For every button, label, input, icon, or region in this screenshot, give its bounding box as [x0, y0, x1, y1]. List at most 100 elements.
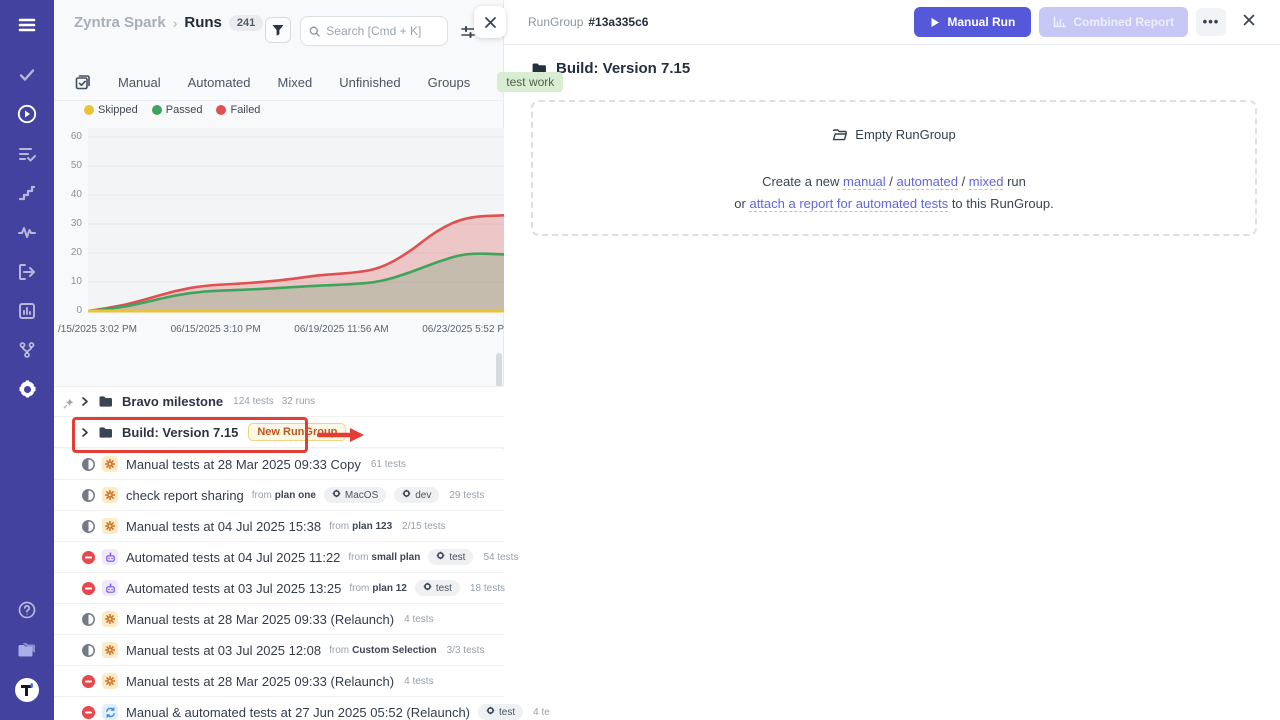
- steps-icon[interactable]: [0, 178, 54, 208]
- robot-icon: [102, 580, 118, 596]
- run-tests-count: 4 tests: [404, 614, 433, 625]
- tab-manual[interactable]: Manual: [118, 75, 161, 90]
- run-title[interactable]: Manual & automated tests at 27 Jun 2025 …: [126, 705, 470, 720]
- plan-name[interactable]: Custom Selection: [352, 645, 436, 656]
- tab-automated[interactable]: Automated: [188, 75, 251, 90]
- in-progress-status-icon: [80, 611, 96, 627]
- run-tests-count: 2/15 tests: [402, 521, 445, 532]
- run-row[interactable]: Automated tests at 03 Jul 2025 13:25from…: [54, 573, 504, 604]
- tab-groups[interactable]: Groups: [428, 75, 471, 90]
- in-progress-status-icon: [80, 518, 96, 534]
- attach-report-link[interactable]: attach a report for automated tests: [749, 196, 948, 212]
- tab-unfinished[interactable]: Unfinished: [339, 75, 400, 90]
- run-title[interactable]: Manual tests at 03 Jul 2025 12:08: [126, 643, 321, 658]
- legend-passed: Passed: [152, 104, 203, 116]
- create-automated-run-link[interactable]: automated: [897, 174, 958, 190]
- menu-icon[interactable]: [0, 10, 54, 40]
- logo[interactable]: [0, 675, 54, 705]
- runs-panel: Zyntra Spark › Runs 241 Manual Automated…: [54, 0, 504, 720]
- run-title[interactable]: Manual tests at 28 Mar 2025 09:33 (Relau…: [126, 674, 394, 689]
- reports-icon[interactable]: [0, 296, 54, 326]
- run-row[interactable]: check report sharingfromplan oneMacOSdev…: [54, 480, 504, 511]
- combined-report-button[interactable]: Combined Report: [1039, 7, 1188, 37]
- in-progress-status-icon: [80, 642, 96, 658]
- env-badge: MacOS: [324, 487, 386, 503]
- run-row[interactable]: Manual tests at 28 Mar 2025 09:33 Copy61…: [54, 449, 504, 480]
- plan-name[interactable]: plan 123: [352, 521, 392, 532]
- plan-name[interactable]: plan 12: [372, 583, 406, 594]
- projects-icon[interactable]: [0, 635, 54, 665]
- y-tick: 10: [71, 276, 82, 287]
- tab-mixed[interactable]: Mixed: [278, 75, 313, 90]
- y-tick: 60: [71, 131, 82, 142]
- run-row[interactable]: Manual & automated tests at 27 Jun 2025 …: [54, 697, 504, 720]
- more-options-button[interactable]: •••: [1196, 8, 1226, 36]
- failed-dot: [216, 105, 226, 115]
- close-icon: [1242, 13, 1256, 27]
- project-name[interactable]: Zyntra Spark: [74, 14, 166, 31]
- branches-icon[interactable]: [0, 335, 54, 365]
- main-sidebar: [0, 0, 54, 720]
- run-row[interactable]: Manual tests at 28 Mar 2025 09:33 (Relau…: [54, 666, 504, 697]
- run-row[interactable]: Manual tests at 03 Jul 2025 12:08fromCus…: [54, 635, 504, 666]
- create-mixed-run-link[interactable]: mixed: [969, 174, 1004, 190]
- breadcrumb-separator: ›: [173, 15, 178, 31]
- spinner-icon: [102, 673, 118, 689]
- chevron-right-icon[interactable]: [80, 396, 90, 407]
- tasks-icon[interactable]: [0, 60, 54, 90]
- import-icon[interactable]: [0, 257, 54, 287]
- help-icon[interactable]: [0, 595, 54, 625]
- run-row[interactable]: Manual tests at 28 Mar 2025 09:33 (Relau…: [54, 604, 504, 635]
- y-tick: 0: [76, 305, 82, 316]
- rungroup-tests-count: 124 tests: [233, 396, 274, 407]
- in-progress-status-icon: [80, 456, 96, 472]
- create-manual-run-link[interactable]: manual: [843, 174, 886, 190]
- run-title[interactable]: check report sharing: [126, 488, 244, 503]
- panel-close-button[interactable]: [474, 6, 506, 38]
- search-input[interactable]: [326, 24, 439, 38]
- legend-skipped: Skipped: [84, 104, 138, 116]
- run-row[interactable]: Manual tests at 04 Jul 2025 15:38frompla…: [54, 511, 504, 542]
- run-tests-count: 54 tests: [483, 552, 518, 563]
- manual-run-button[interactable]: Manual Run: [914, 7, 1031, 37]
- filter-button[interactable]: [265, 17, 291, 43]
- env-badge: test: [428, 549, 473, 565]
- detail-close-button[interactable]: [1234, 9, 1264, 36]
- chevron-right-icon[interactable]: [80, 427, 90, 438]
- breadcrumb: Zyntra Spark › Runs 241: [74, 14, 263, 31]
- runs-icon[interactable]: [0, 99, 54, 129]
- tag-filter-chip[interactable]: test work: [497, 72, 563, 92]
- search-box[interactable]: [300, 16, 448, 46]
- run-title[interactable]: Manual tests at 28 Mar 2025 09:33 Copy: [126, 457, 361, 472]
- run-title[interactable]: Automated tests at 03 Jul 2025 13:25: [126, 581, 341, 596]
- rungroup-identifier: RunGroup #13a335c6: [528, 15, 648, 29]
- chart-x-axis: /15/2025 3:02 PM 06/15/2025 3:10 PM 06/1…: [58, 324, 504, 335]
- run-title[interactable]: Automated tests at 04 Jul 2025 11:22: [126, 550, 340, 565]
- chart-y-axis: 0102030405060: [54, 128, 84, 320]
- funnel-icon: [271, 23, 285, 37]
- x-tick: 06/19/2025 11:56 AM: [294, 324, 388, 335]
- plans-icon[interactable]: [0, 139, 54, 169]
- rungroup-name[interactable]: Bravo milestone: [122, 394, 223, 409]
- y-tick: 40: [71, 189, 82, 200]
- gear-icon: [423, 582, 432, 594]
- run-title[interactable]: Manual tests at 04 Jul 2025 15:38: [126, 519, 321, 534]
- settings-icon[interactable]: [0, 374, 54, 404]
- rungroup-row-build[interactable]: Build: Version 7.15 New RunGroup: [54, 417, 504, 448]
- pulse-icon[interactable]: [0, 217, 54, 247]
- rungroup-detail-panel: RunGroup #13a335c6 Manual Run Combined R…: [504, 0, 1280, 720]
- rungroup-list: Bravo milestone 124 tests 32 runs Build:…: [54, 386, 504, 448]
- run-row[interactable]: Automated tests at 04 Jul 2025 11:22from…: [54, 542, 504, 573]
- plan-name[interactable]: small plan: [371, 552, 420, 563]
- env-badge: test: [415, 580, 460, 596]
- rungroup-name[interactable]: Build: Version 7.15: [122, 425, 238, 440]
- rungroup-row-bravo[interactable]: Bravo milestone 124 tests 32 runs: [54, 386, 504, 417]
- from-label: from: [252, 490, 272, 501]
- run-title[interactable]: Manual tests at 28 Mar 2025 09:33 (Relau…: [126, 612, 394, 627]
- new-rungroup-badge: New RunGroup: [248, 423, 346, 441]
- detail-actions: Manual Run Combined Report •••: [914, 7, 1264, 37]
- plan-name[interactable]: plan one: [275, 490, 316, 501]
- select-runs-icon[interactable]: [74, 74, 91, 91]
- detail-header: RunGroup #13a335c6 Manual Run Combined R…: [504, 0, 1280, 45]
- failed-status-icon: [80, 580, 96, 596]
